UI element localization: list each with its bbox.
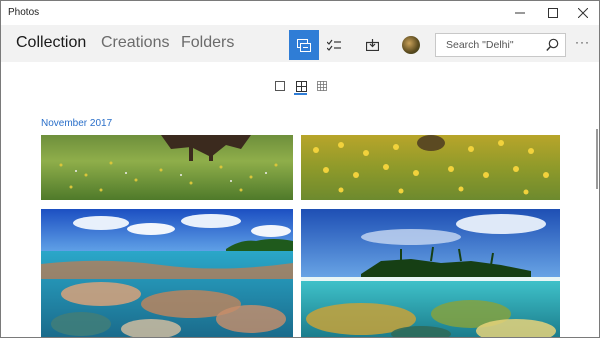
small-tile-icon [317, 81, 327, 91]
close-button[interactable] [567, 1, 599, 25]
month-heading: November 2017 [41, 118, 113, 129]
app-title: Photos [8, 7, 40, 18]
header-bar: Collection Creations Folders Search "Del… [1, 25, 599, 62]
photo-grass-animal[interactable] [41, 135, 293, 200]
tab-creations[interactable]: Creations [101, 34, 169, 52]
slideshow-icon [297, 38, 311, 52]
scrollbar[interactable] [596, 129, 598, 189]
minimize-icon [515, 12, 525, 14]
tab-folders[interactable]: Folders [181, 34, 234, 52]
large-tile-icon [275, 81, 285, 91]
photo-yellow-flowers[interactable] [301, 135, 560, 200]
account-avatar[interactable] [402, 36, 420, 54]
photo-coral-beach-image [41, 209, 293, 337]
checklist-icon [327, 39, 341, 51]
view-medium-button[interactable] [294, 80, 307, 95]
app-window: Photos Collection Creations Folders Sear… [0, 0, 600, 338]
photo-island-underwater-image [301, 209, 560, 337]
maximize-icon [548, 8, 558, 18]
tab-collection[interactable]: Collection [16, 34, 86, 52]
close-icon [578, 8, 588, 18]
import-button[interactable] [357, 30, 387, 60]
maximize-button[interactable] [537, 1, 569, 25]
photo-grass-animal-image [41, 135, 293, 200]
medium-tile-icon [295, 80, 307, 92]
view-small-button[interactable] [316, 80, 328, 92]
photo-coral-beach[interactable] [41, 209, 293, 337]
search-icon[interactable] [546, 38, 559, 52]
view-selected-indicator [294, 93, 307, 95]
search-box[interactable]: Search "Delhi" [435, 33, 566, 57]
import-icon [365, 39, 379, 51]
search-placeholder: Search "Delhi" [446, 39, 514, 51]
slideshow-button[interactable] [289, 30, 319, 60]
more-options-button[interactable]: ··· [575, 35, 590, 49]
minimize-button[interactable] [504, 1, 536, 25]
title-bar: Photos [1, 1, 599, 25]
select-button[interactable] [319, 30, 349, 60]
photo-island-underwater[interactable] [301, 209, 560, 337]
view-large-button[interactable] [274, 80, 286, 92]
photo-yellow-flowers-image [301, 135, 560, 200]
